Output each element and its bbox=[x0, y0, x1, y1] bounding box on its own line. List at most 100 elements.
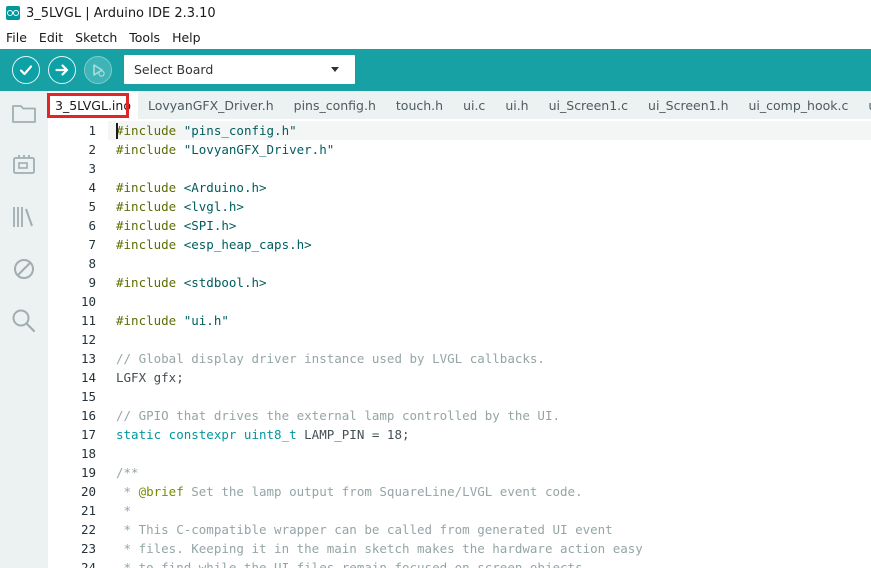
upload-button[interactable] bbox=[48, 56, 76, 84]
line-number: 8 bbox=[88, 256, 96, 271]
code-token: <Arduino.h> bbox=[183, 180, 267, 195]
boards-manager-icon[interactable] bbox=[11, 152, 37, 178]
code-line[interactable]: static constexpr uint8_t LAMP_PIN = 18; bbox=[116, 425, 871, 444]
chevron-down-icon bbox=[331, 67, 339, 72]
line-number: 12 bbox=[80, 332, 96, 347]
tab-ui-screen1-c[interactable]: ui_Screen1.c bbox=[539, 91, 638, 119]
board-selector-label: Select Board bbox=[134, 62, 214, 77]
debug-button[interactable] bbox=[84, 56, 112, 84]
code-token: * files. Keeping it in the main sketch m… bbox=[116, 541, 643, 556]
code-line[interactable]: * files. Keeping it in the main sketch m… bbox=[116, 539, 871, 558]
menu-bar: File Edit Sketch Tools Help bbox=[0, 26, 871, 48]
code-token: #include bbox=[116, 237, 184, 252]
code-line[interactable]: #include <stdbool.h> bbox=[116, 273, 871, 292]
editor-tabs: 3_5LVGL.ino LovyanGFX_Driver.h pins_conf… bbox=[48, 91, 871, 119]
code-line[interactable]: * This C-compatible wrapper can be calle… bbox=[116, 520, 871, 539]
search-panel-icon[interactable] bbox=[11, 308, 37, 334]
code-line[interactable]: #include "ui.h" bbox=[116, 311, 871, 330]
code-token: <SPI.h> bbox=[183, 218, 237, 233]
code-token: <stdbool.h> bbox=[183, 275, 267, 290]
code-token: #include bbox=[116, 218, 184, 233]
verify-button[interactable] bbox=[12, 56, 40, 84]
tab-ui-comp-hook-c[interactable]: ui_comp_hook.c bbox=[739, 91, 859, 119]
menu-help[interactable]: Help bbox=[166, 30, 207, 45]
code-token: * This C-compatible wrapper can be calle… bbox=[116, 522, 613, 537]
line-number: 16 bbox=[80, 408, 96, 423]
code-token: #include bbox=[116, 142, 184, 157]
library-manager-icon[interactable] bbox=[11, 204, 37, 230]
code-line[interactable]: #include <Arduino.h> bbox=[116, 178, 871, 197]
line-number: 11 bbox=[80, 313, 96, 328]
title-bar: 3_5LVGL | Arduino IDE 2.3.10 bbox=[0, 0, 871, 26]
code-token: /** bbox=[116, 465, 139, 480]
check-icon bbox=[19, 65, 33, 76]
tab-ui-h[interactable]: ui.h bbox=[495, 91, 538, 119]
arduino-logo-icon bbox=[6, 6, 20, 20]
code-token: #include bbox=[116, 123, 184, 138]
menu-tools[interactable]: Tools bbox=[123, 30, 166, 45]
menu-file[interactable]: File bbox=[0, 30, 33, 45]
tab-lovyangfx-driver-h[interactable]: LovyanGFX_Driver.h bbox=[138, 91, 284, 119]
code-line[interactable] bbox=[116, 292, 871, 311]
line-number: 6 bbox=[88, 218, 96, 233]
code-line[interactable]: * @brief Set the lamp output from Square… bbox=[116, 482, 871, 501]
line-number: 19 bbox=[80, 465, 96, 480]
sketchbook-folder-icon[interactable] bbox=[11, 100, 37, 126]
code-line[interactable] bbox=[116, 159, 871, 178]
code-token: <lvgl.h> bbox=[183, 199, 244, 214]
code-token: "LovyanGFX_Driver.h" bbox=[183, 142, 335, 157]
code-token: * bbox=[116, 503, 132, 518]
tab-touch-h[interactable]: touch.h bbox=[386, 91, 453, 119]
tab-ui-screen1-h[interactable]: ui_Screen1.h bbox=[638, 91, 738, 119]
line-number: 24 bbox=[80, 560, 96, 568]
code-line[interactable]: #include <SPI.h> bbox=[116, 216, 871, 235]
menu-sketch[interactable]: Sketch bbox=[69, 30, 123, 45]
tab-ui-events[interactable]: ui_events bbox=[858, 91, 871, 119]
tab-3-5lvgl-ino[interactable]: 3_5LVGL.ino bbox=[48, 91, 138, 119]
line-number: 22 bbox=[80, 522, 96, 537]
no-entry-icon bbox=[14, 259, 34, 279]
code-line[interactable] bbox=[116, 444, 871, 463]
line-number: 21 bbox=[80, 503, 96, 518]
code-area[interactable]: #include "pins_config.h" #include "Lovyan… bbox=[108, 119, 871, 568]
code-token: static constexpr uint8_t bbox=[116, 427, 297, 442]
code-line[interactable] bbox=[116, 387, 871, 406]
code-line[interactable]: * bbox=[116, 501, 871, 520]
line-number: 9 bbox=[88, 275, 96, 290]
debugger-panel-icon[interactable] bbox=[11, 256, 37, 282]
code-line[interactable]: // Global display driver instance used b… bbox=[116, 349, 871, 368]
code-token: // Global display driver instance used b… bbox=[116, 351, 545, 366]
code-token: LGFX gfx; bbox=[116, 370, 184, 385]
window-title: 3_5LVGL | Arduino IDE 2.3.10 bbox=[26, 5, 216, 21]
code-token: // GPIO that drives the external lamp co… bbox=[116, 408, 561, 423]
code-line[interactable]: /** bbox=[116, 463, 871, 482]
sidebar bbox=[0, 91, 48, 568]
search-icon bbox=[12, 309, 36, 333]
code-line[interactable]: #include <esp_heap_caps.h> bbox=[116, 235, 871, 254]
code-line[interactable]: LGFX gfx; bbox=[116, 368, 871, 387]
code-line[interactable] bbox=[116, 330, 871, 349]
code-token: #include bbox=[116, 199, 184, 214]
board-selector[interactable]: Select Board bbox=[124, 55, 355, 84]
code-line[interactable]: // GPIO that drives the external lamp co… bbox=[116, 406, 871, 425]
code-token: #include bbox=[116, 275, 184, 290]
line-number: 15 bbox=[80, 389, 96, 404]
code-line[interactable] bbox=[116, 254, 871, 273]
code-token: <esp_heap_caps.h> bbox=[183, 237, 312, 252]
toolbar: Select Board bbox=[0, 49, 871, 91]
line-number: 2 bbox=[88, 142, 96, 157]
code-token: #include bbox=[116, 180, 184, 195]
code-token: @brief bbox=[138, 484, 184, 499]
tab-ui-c[interactable]: ui.c bbox=[453, 91, 495, 119]
folder-icon bbox=[12, 105, 36, 123]
code-line[interactable]: #include <lvgl.h> bbox=[116, 197, 871, 216]
code-line[interactable]: #include "pins_config.h" bbox=[116, 121, 871, 140]
line-number: 13 bbox=[80, 351, 96, 366]
menu-edit[interactable]: Edit bbox=[33, 30, 69, 45]
code-editor[interactable]: 1 2 3 4 5 6 7 8 9 10 11 12 13 14 15 16 17 18 19 20 21 22 23 24 … bbox=[48, 119, 871, 568]
code-line[interactable]: * to find while the UI files remain focu… bbox=[116, 558, 871, 568]
debug-icon bbox=[93, 64, 105, 77]
tab-pins-config-h[interactable]: pins_config.h bbox=[284, 91, 386, 119]
code-token: * bbox=[116, 484, 139, 499]
code-line[interactable]: #include "LovyanGFX_Driver.h" bbox=[116, 140, 871, 159]
